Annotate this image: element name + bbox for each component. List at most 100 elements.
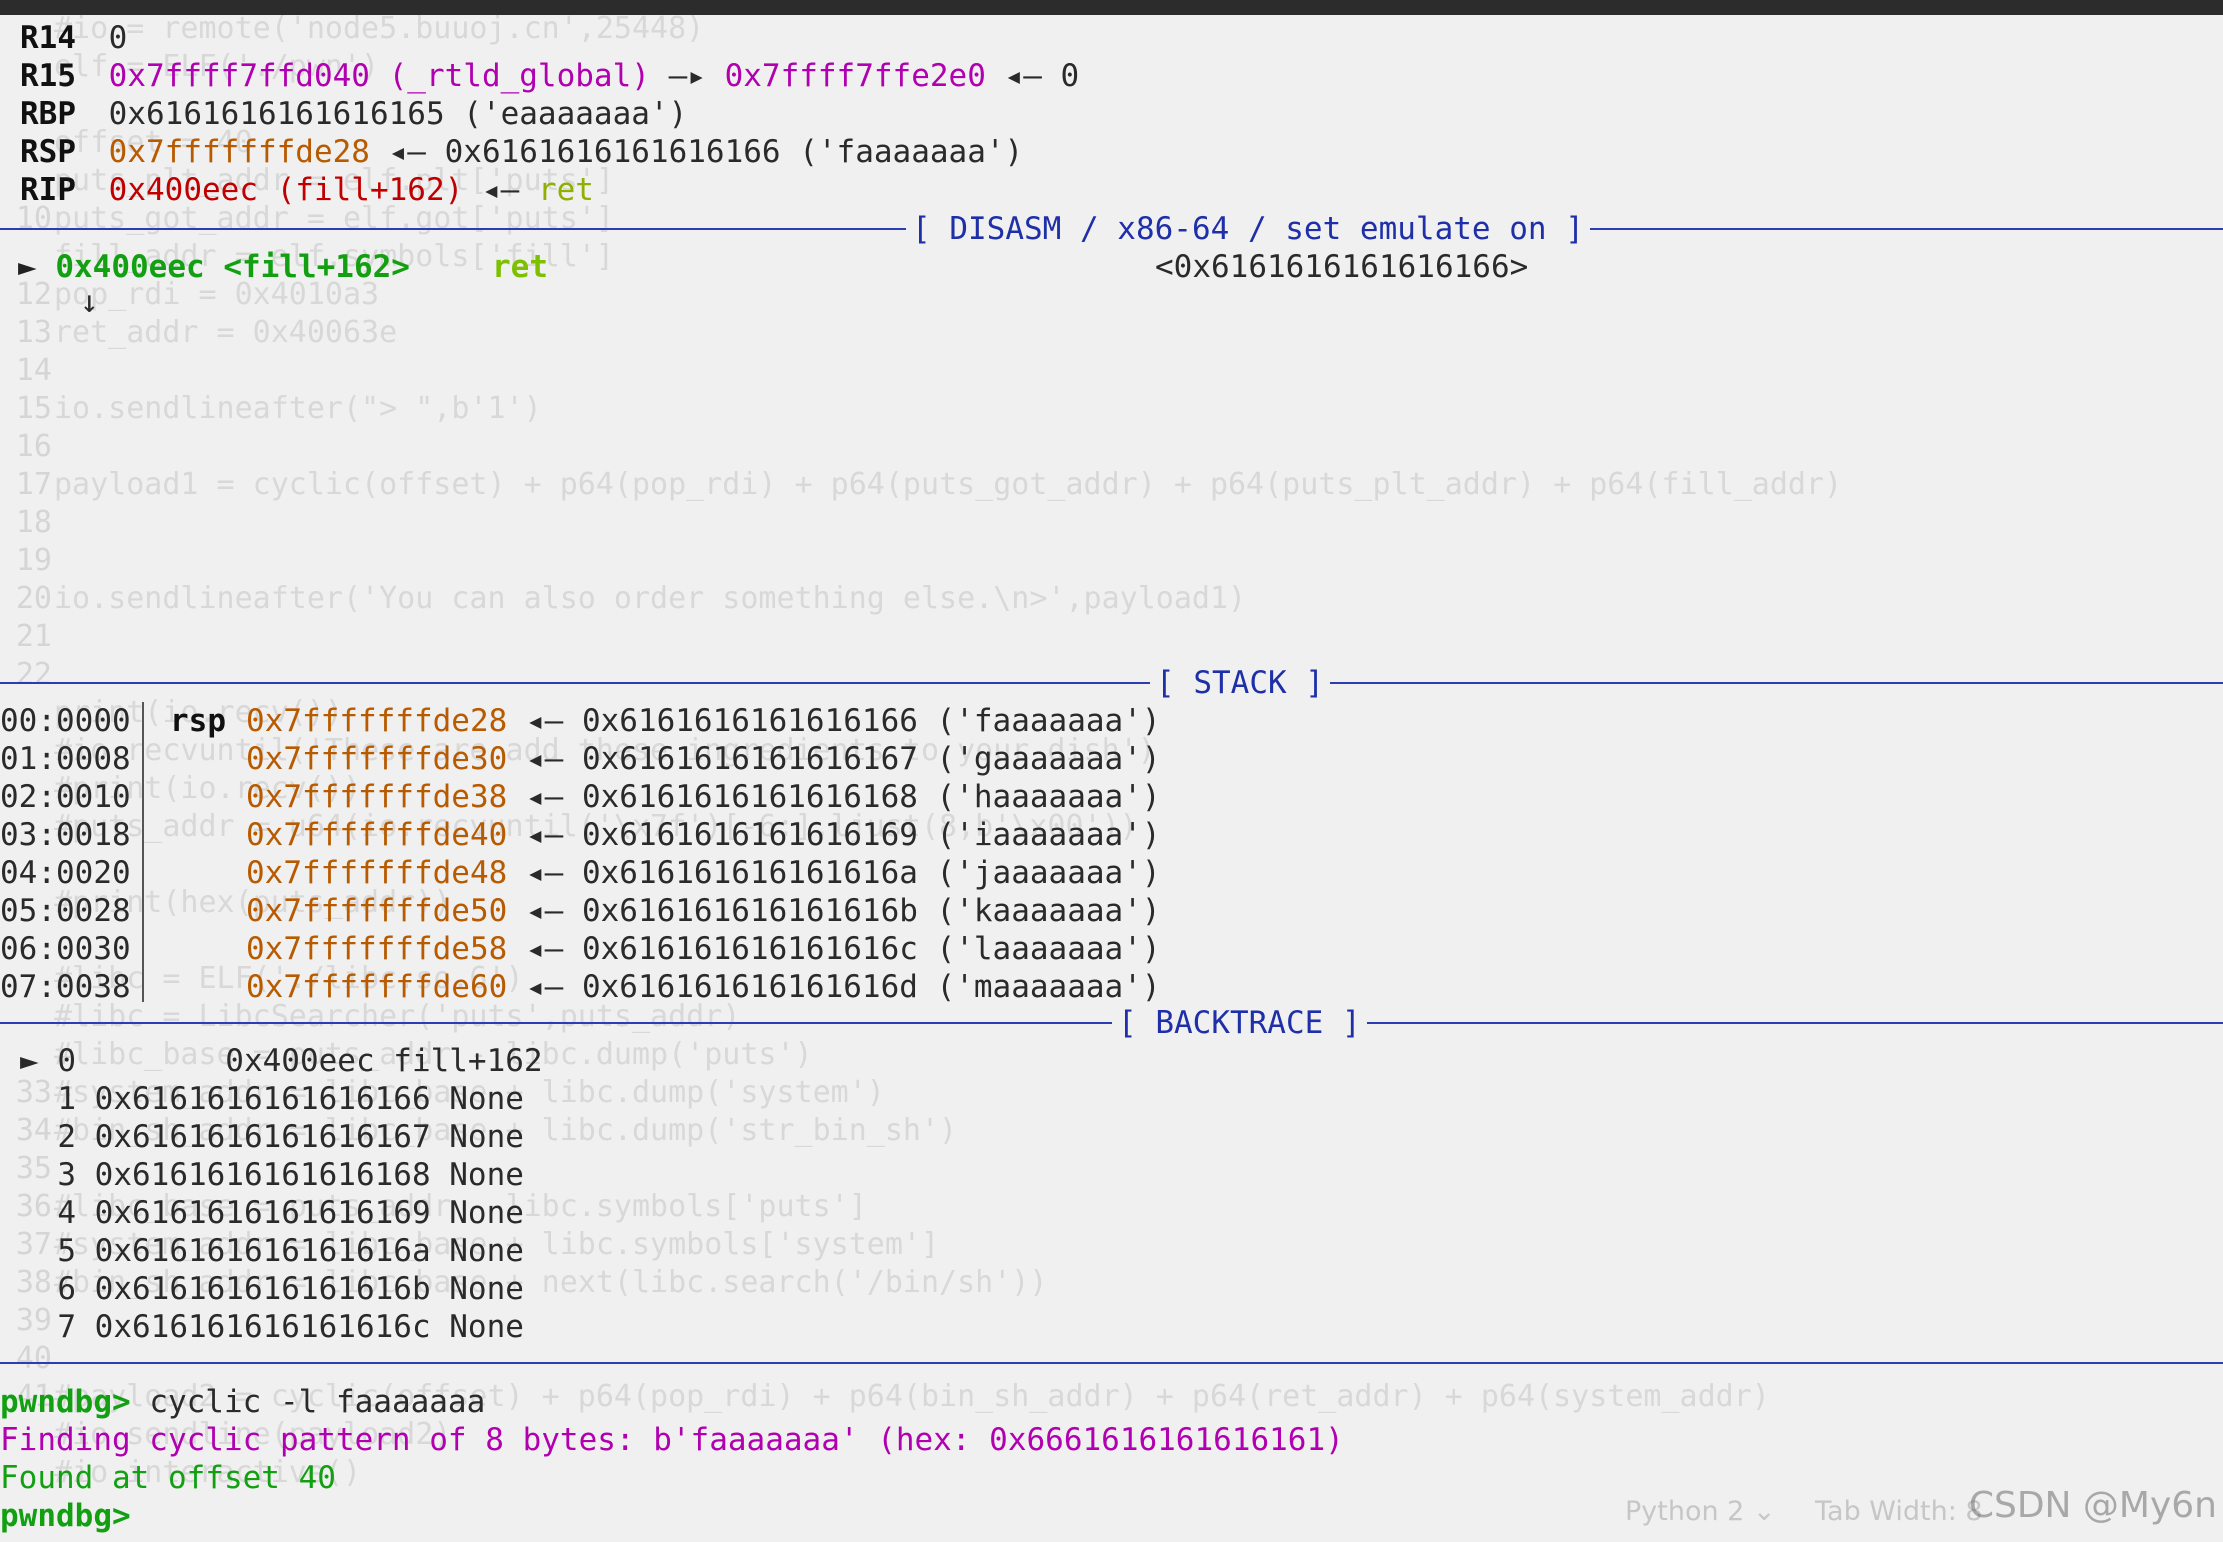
- register-deref: ◂— 0x6161616161616166 ('faaaaaaa'): [369, 134, 1024, 170]
- stack-offset: 04:0020: [0, 855, 131, 891]
- stack-entry: 0x7fffffffde58 ◂— 0x616161616161616c ('l…: [246, 930, 1161, 968]
- frame-text: 0x616161616161616c None: [76, 1309, 524, 1345]
- register-deref: —▸: [649, 58, 725, 94]
- frame-text: 0x6161616161616169 None: [76, 1195, 524, 1231]
- register-row: R15 0x7ffff7ffd040 (_rtld_global) —▸ 0x7…: [20, 57, 1079, 95]
- stack-entry: 0x7fffffffde48 ◂— 0x616161616161616a ('j…: [246, 854, 1161, 892]
- stack-rule: [0, 682, 2223, 684]
- register-deref: ◂—: [463, 172, 538, 208]
- stack-value: ◂— 0x616161616161616a ('jaaaaaaa'): [507, 855, 1161, 891]
- stack-value: ◂— 0x6161616161616167 ('gaaaaaaa'): [507, 741, 1161, 777]
- backtrace-frame: 3 0x6161616161616168 None: [20, 1156, 524, 1194]
- disasm-ret-target: <0x6161616161616166>: [1155, 249, 1529, 285]
- disasm-header: [ DISASM / x86-64 / set emulate on ]: [906, 210, 1590, 248]
- disasm-current-line: ► 0x400eec <fill+162>: [18, 248, 410, 286]
- stack-address: 0x7fffffffde60: [246, 969, 508, 1005]
- stack-entry: 0x7fffffffde30 ◂— 0x6161616161616167 ('g…: [246, 740, 1161, 778]
- register-name: R14: [20, 20, 76, 56]
- frame-index: 6: [20, 1271, 76, 1307]
- register-deref: 0x7ffff7ffe2e0: [724, 58, 986, 94]
- register-value: 0x7fffffffde28: [108, 134, 370, 170]
- current-instruction-marker: ►: [18, 249, 37, 285]
- console-output-pattern: Finding cyclic pattern of 8 bytes: b'faa…: [0, 1422, 1344, 1458]
- pwndbg-prompt-current[interactable]: pwndbg>: [0, 1497, 131, 1535]
- stack-value: ◂— 0x616161616161616b ('kaaaaaaa'): [507, 893, 1161, 929]
- backtrace-frame: 7 0x616161616161616c None: [20, 1308, 524, 1346]
- frame-index: 5: [20, 1233, 76, 1269]
- backtrace-header: [ BACKTRACE ]: [1112, 1004, 1367, 1042]
- stack-address: 0x7fffffffde30: [246, 741, 508, 777]
- frame-text: 0x6161616161616167 None: [76, 1119, 524, 1155]
- stack-value: ◂— 0x616161616161616c ('laaaaaaa'): [507, 931, 1161, 967]
- stack-entry: 0x7fffffffde38 ◂— 0x6161616161616168 ('h…: [246, 778, 1161, 816]
- register-row: RBP 0x6161616161616165 ('eaaaaaaa'): [20, 95, 687, 133]
- register-name: R15: [20, 58, 76, 94]
- register-value: 0: [108, 20, 128, 56]
- backtrace-frame: 6 0x616161616161616b None: [20, 1270, 524, 1308]
- pwndbg-terminal[interactable]: R14 0 R15 0x7ffff7ffd040 (_rtld_global) —…: [0, 0, 2223, 1542]
- stack-value: ◂— 0x6161616161616169 ('iaaaaaaa'): [507, 817, 1161, 853]
- backtrace-frame: 4 0x6161616161616169 None: [20, 1194, 524, 1232]
- backtrace-frame: 5 0x616161616161616a None: [20, 1232, 524, 1270]
- frame-text: 0x6161616161616168 None: [76, 1157, 524, 1193]
- down-arrow-icon: ↓: [80, 284, 99, 320]
- console-output-offset: Found at offset 40: [0, 1460, 336, 1496]
- frame-index: 7: [20, 1309, 76, 1345]
- frame-text: 0x6161616161616166 None: [76, 1081, 524, 1117]
- backtrace-frame: 1 0x6161616161616166 None: [20, 1080, 524, 1118]
- register-name: RBP: [20, 96, 76, 132]
- stack-offset: 01:0008: [0, 741, 131, 777]
- stack-address: 0x7fffffffde40: [246, 817, 508, 853]
- frame-text: 0x400eec fill+162: [76, 1043, 543, 1079]
- stack-entry: 0x7fffffffde50 ◂— 0x616161616161616b ('k…: [246, 892, 1161, 930]
- stack-offset: 06:0030: [0, 931, 131, 967]
- frame-text: 0x616161616161616b None: [76, 1271, 524, 1307]
- stack-value: ◂— 0x6161616161616168 ('haaaaaaa'): [507, 779, 1161, 815]
- register-value: 0x6161616161616165 ('eaaaaaaa'): [108, 96, 688, 132]
- register-row: RIP 0x400eec (fill+162) ◂— ret: [20, 171, 594, 209]
- stack-header: [ STACK ]: [1150, 664, 1330, 702]
- disasm-instruction: ret: [492, 249, 548, 285]
- stack-address: 0x7fffffffde28: [246, 703, 508, 739]
- stack-register: rsp: [170, 703, 226, 739]
- stack-offset: 03:0018: [0, 817, 131, 853]
- console-rule: [0, 1362, 2223, 1364]
- backtrace-frame: 2 0x6161616161616167 None: [20, 1118, 524, 1156]
- register-deref: ret: [537, 172, 594, 208]
- stack-address: 0x7fffffffde58: [246, 931, 508, 967]
- frame-index: 2: [20, 1119, 76, 1155]
- console-command-line[interactable]: pwndbg> cyclic -l faaaaaaa: [0, 1383, 485, 1421]
- stack-offset: 07:0038: [0, 969, 131, 1005]
- register-name: RSP: [20, 134, 76, 170]
- disasm-address: 0x400eec <fill+162>: [55, 249, 410, 285]
- frame-index: 1: [20, 1081, 76, 1117]
- register-deref: ◂— 0: [985, 58, 1080, 94]
- frame-index: ► 0: [20, 1043, 76, 1079]
- frame-text: 0x616161616161616a None: [76, 1233, 524, 1269]
- frame-index: 3: [20, 1157, 76, 1193]
- stack-entry: 0x7fffffffde28 ◂— 0x6161616161616166 ('f…: [246, 702, 1161, 740]
- stack-address: 0x7fffffffde50: [246, 893, 508, 929]
- stack-offset: 00:0000: [0, 703, 131, 739]
- frame-index: 4: [20, 1195, 76, 1231]
- stack-address: 0x7fffffffde48: [246, 855, 508, 891]
- stack-offset: 02:0010: [0, 779, 131, 815]
- backtrace-frame: ► 0 0x400eec fill+162: [20, 1042, 543, 1080]
- register-row: R14 0: [20, 19, 127, 57]
- stack-address: 0x7fffffffde38: [246, 779, 508, 815]
- command-text: cyclic -l faaaaaaa: [130, 1384, 486, 1420]
- stack-offset: 05:0028: [0, 893, 131, 929]
- register-value: 0x7ffff7ffd040 (_rtld_global): [108, 58, 650, 94]
- register-name: RIP: [20, 172, 76, 208]
- stack-entry: 0x7fffffffde40 ◂— 0x6161616161616169 ('i…: [246, 816, 1161, 854]
- stack-entry: 0x7fffffffde60 ◂— 0x616161616161616d ('m…: [246, 968, 1161, 1006]
- stack-offset-divider: [142, 702, 144, 1002]
- pwndbg-prompt: pwndbg>: [0, 1384, 131, 1420]
- register-row: RSP 0x7fffffffde28 ◂— 0x6161616161616166…: [20, 133, 1023, 171]
- stack-value: ◂— 0x616161616161616d ('maaaaaaa'): [507, 969, 1161, 1005]
